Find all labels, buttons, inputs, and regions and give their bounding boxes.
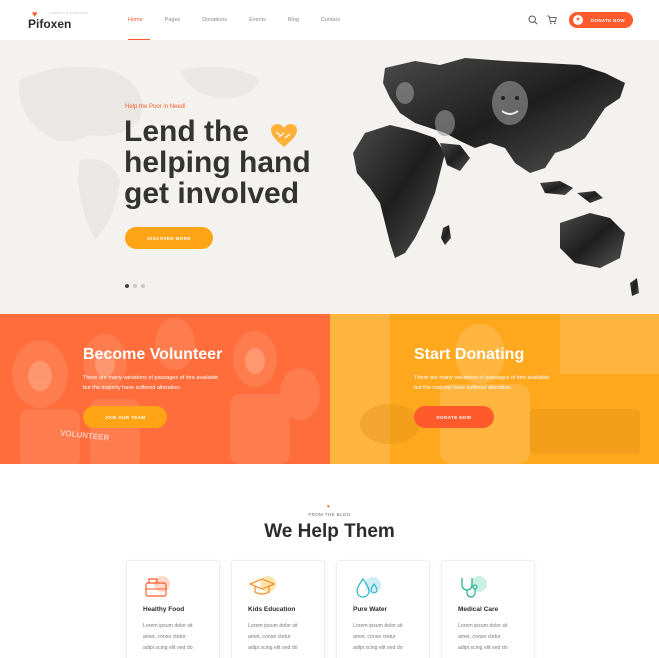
donating-title: Start Donating [414,346,525,363]
card-title: Medical Care [458,606,499,613]
card-title: Pure Water [353,606,388,613]
card-text-line1: Lorem ipsum dolor sit [458,623,508,629]
nav-donations[interactable]: Donations [202,17,227,23]
join-our-team-button[interactable]: JOIN OUR TEAM [83,406,167,428]
site-header: ♥ CHARITY & DONATION Pifoxen Home Pages … [0,0,659,40]
card-text-line1: Lorem ipsum dolor sit [143,623,193,629]
nav-events[interactable]: Events [249,17,266,23]
section-title: We Help Them [264,521,395,542]
nav-pages[interactable]: Pages [165,17,181,23]
slider-dots [125,284,145,288]
hero-title-line3: get involved [124,177,300,210]
slider-dot-2[interactable] [133,284,137,288]
nav-blog[interactable]: Blog [288,17,299,23]
main-nav: Home Pages Donations Events Blog Contact [128,17,362,23]
hero-tagline: Help the Poor in Need! [125,104,186,110]
hero-title: Lend the helping hand get involved [124,116,334,209]
hero-title-line2: helping hand [124,146,311,179]
discover-more-button[interactable]: DISCOVER MORE [125,227,213,249]
card-text-line1: Lorem ipsum dolor sit [248,623,298,629]
volunteer-text-line1: There are many variations of passages of… [83,375,219,381]
heart-icon [271,124,297,147]
card-text-line2: amet, conse ctetur [458,634,501,640]
logo-tagline: CHARITY & DONATION [50,11,88,15]
volunteer-text-line2: but the majority have suffered alteratio… [83,385,182,391]
volunteer-text: There are many variations of passages of… [83,373,248,393]
logo-text: Pifoxen [28,17,72,31]
help-section: ♥ FROM THE BLOG We Help Them Healthy Foo… [0,464,659,658]
volunteer-title: Become Volunteer [83,346,223,363]
volunteer-panel: VOLUNTEER Become Volunteer There are man… [0,314,330,464]
service-card-medical-care[interactable]: Medical Care Lorem ipsum dolor sit amet,… [441,560,535,658]
water-drop-icon [356,577,381,598]
card-text: Lorem ipsum dolor sit amet, conse ctetur… [458,621,528,654]
stethoscope-icon [461,576,487,598]
world-map-photo [353,58,639,296]
card-text-line2: amet, conse ctetur [353,634,396,640]
slider-dot-1[interactable] [125,284,129,288]
logo[interactable]: ♥ CHARITY & DONATION Pifoxen [28,9,88,35]
search-icon[interactable] [527,14,539,26]
donating-text-line2: but the majority have suffered alteratio… [414,385,513,391]
service-card-healthy-food[interactable]: Healthy Food Lorem ipsum dolor sit amet,… [126,560,220,658]
cart-icon[interactable] [546,14,558,26]
card-text-line3: adipi scing elit sed do [143,645,193,651]
card-text-line3: adipi scing elit sed do [248,645,298,651]
service-card-pure-water[interactable]: Pure Water Lorem ipsum dolor sit amet, c… [336,560,430,658]
graduation-cap-icon [248,576,276,595]
heart-icon: ♥ [573,15,583,25]
card-text: Lorem ipsum dolor sit amet, conse ctetur… [143,621,213,654]
donating-panel: Start Donating There are many variations… [330,314,659,464]
card-text-line2: amet, conse ctetur [143,634,186,640]
card-text-line1: Lorem ipsum dolor sit [353,623,403,629]
start-donating-button[interactable]: DONATE NOW [414,406,494,428]
donate-now-label: DONATE NOW [591,17,625,23]
donating-text: There are many variations of passages of… [414,373,579,393]
service-card-kids-education[interactable]: Kids Education Lorem ipsum dolor sit ame… [231,560,325,658]
donate-now-button[interactable]: ♥ DONATE NOW [569,12,633,28]
donating-text-line1: There are many variations of passages of… [414,375,550,381]
nav-contact[interactable]: Contact [321,17,340,23]
hero-title-line1: Lend the [124,115,249,148]
hero-section: Help the Poor in Need! Lend the helping … [0,40,659,314]
card-text: Lorem ipsum dolor sit amet, conse ctetur… [353,621,423,654]
food-icon [145,576,170,597]
card-title: Kids Education [248,606,296,613]
card-text-line3: adipi scing elit sed do [458,645,508,651]
section-subtitle: FROM THE BLOG [308,512,351,517]
card-text-line3: adipi scing elit sed do [353,645,403,651]
nav-home[interactable]: Home [128,17,143,23]
heart-icon: ♥ [327,504,330,510]
card-title: Healthy Food [143,606,185,613]
card-text: Lorem ipsum dolor sit amet, conse ctetur… [248,621,318,654]
slider-dot-3[interactable] [141,284,145,288]
card-text-line2: amet, conse ctetur [248,634,291,640]
